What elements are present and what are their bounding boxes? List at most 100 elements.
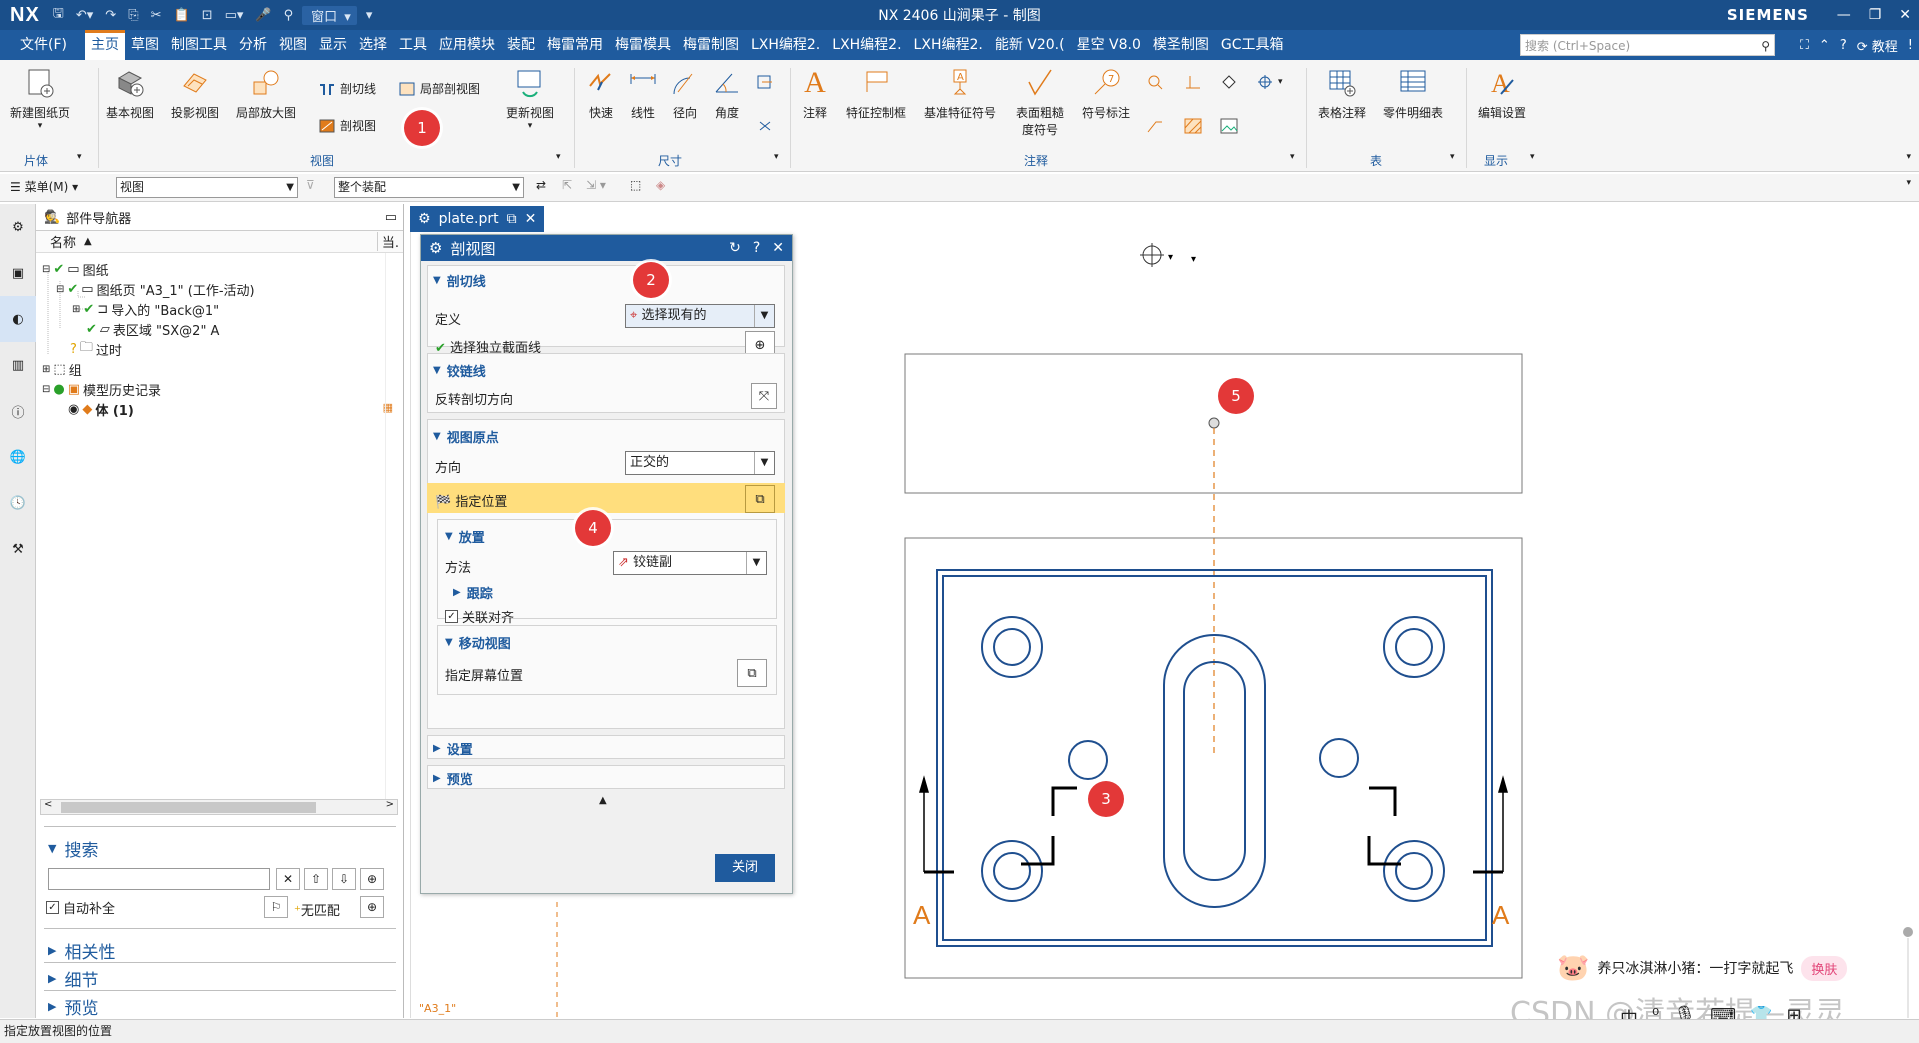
preview-group-header[interactable]: ▶ 预览 — [433, 769, 473, 788]
select-all-icon[interactable]: ⇱ — [562, 178, 572, 192]
group-dimension-more-icon[interactable]: ▾ — [774, 152, 779, 162]
ordinate-dimension-button[interactable] — [756, 74, 774, 90]
delete-icon[interactable]: ⊡ — [199, 8, 216, 23]
search-options-icon[interactable]: ⚐ — [264, 896, 288, 918]
scroll-thumb[interactable] — [61, 802, 316, 813]
feature-control-frame-button[interactable]: 特征控制框 — [846, 68, 906, 121]
group-table-more-icon[interactable]: ▾ — [1450, 152, 1455, 162]
menu-select[interactable]: 选择 — [353, 30, 393, 60]
command-finder-icon[interactable]: ⚲ — [281, 8, 297, 23]
collapse-dialog-icon[interactable]: ▲ — [599, 795, 607, 806]
navigator-vscroll[interactable] — [385, 253, 403, 808]
menu-assembly[interactable]: 装配 — [501, 30, 541, 60]
section-view-button[interactable]: 剖视图 — [318, 117, 376, 134]
symbol-annotation-button[interactable]: 7 符号标注 — [1082, 68, 1130, 121]
navigator-search-input[interactable] — [48, 868, 270, 890]
weld-symbol-button[interactable] — [1146, 118, 1164, 134]
associative-align-checkbox[interactable]: ✓ 关联对齐 — [445, 607, 514, 626]
menu-meilei-drafting[interactable]: 梅雷制图 — [677, 30, 745, 60]
skin-button[interactable]: 换肤 — [1801, 955, 1848, 981]
center-mark-button[interactable] — [1146, 74, 1164, 90]
save-icon[interactable]: 🖫 — [50, 4, 67, 26]
direction-select[interactable]: 正交的 ▼ — [625, 451, 775, 475]
snap-icon[interactable]: ⇄ — [536, 178, 546, 192]
reverse-direction-icon[interactable]: ⤧ — [751, 383, 777, 409]
scroll-handle-icon[interactable] — [1903, 927, 1913, 937]
help-icon[interactable]: ? — [1840, 38, 1847, 53]
window-menu[interactable]: 窗口 ▾ — [302, 5, 357, 25]
alert-icon[interactable]: ! — [1908, 38, 1913, 53]
placement-group-header[interactable]: ▼ 放置 — [445, 527, 485, 546]
menu-meilei-common[interactable]: 梅雷常用 — [541, 30, 609, 60]
rapid-dimension-button[interactable]: 快速 — [586, 68, 616, 121]
group-sheet-more-icon[interactable]: ▾ — [77, 152, 82, 162]
menu-file[interactable]: 文件(F) — [0, 30, 85, 60]
redo-icon[interactable]: ↷ — [102, 8, 119, 23]
maximize-icon[interactable]: ▭ — [385, 210, 397, 225]
type-filter-select[interactable]: 视图 ▼ — [116, 177, 298, 198]
no-match-label[interactable]: ⁺无匹配 — [294, 900, 340, 919]
customize-icon[interactable]: ▾ — [363, 8, 376, 23]
new-sheet-button[interactable]: 新建图纸页 ▾ — [10, 68, 70, 131]
dialog-close-button[interactable]: 关闭 — [715, 854, 775, 882]
menu-nengxin[interactable]: 能新 V20.( — [989, 30, 1071, 60]
selection-scope-select[interactable]: 整个装配 ▼ — [334, 177, 524, 198]
assembly-navigator-icon[interactable]: ▣ — [0, 250, 36, 296]
dialog-close-icon[interactable]: ✕ — [772, 240, 784, 256]
solid-icon[interactable]: ◈ — [656, 178, 665, 192]
role-icon[interactable]: ⚒ — [0, 526, 36, 572]
move-view-group-header[interactable]: ▼ 移动视图 — [445, 633, 511, 652]
view-triad-icon[interactable]: ▾ ▾ — [1140, 243, 1196, 267]
angular-dimension-button[interactable]: 角度 — [712, 68, 742, 121]
radial-dimension-button[interactable]: 径向 — [670, 68, 700, 121]
menu-home[interactable]: 主页 — [84, 30, 125, 60]
restore-icon[interactable]: ❐ — [1869, 7, 1882, 23]
search-icon[interactable]: ⚲ — [1761, 35, 1770, 57]
method-select[interactable]: ⇗ 铰链副 ▼ — [613, 551, 767, 575]
menu-analysis[interactable]: 分析 — [233, 30, 273, 60]
navigator-hscroll[interactable]: < > — [40, 799, 398, 815]
section-line-group-header[interactable]: ▼ 剖切线 — [433, 271, 486, 290]
menu-sketch[interactable]: 草图 — [125, 30, 165, 60]
collapse-ribbon-icon[interactable]: ⌃ — [1819, 38, 1830, 53]
note-button[interactable]: A 注释 — [800, 66, 830, 121]
menu-lxh-3[interactable]: LXH编程2. — [908, 30, 989, 60]
track-subgroup-header[interactable]: ▶ 跟踪 — [453, 583, 493, 602]
autocomplete-checkbox[interactable]: ✓ 自动补全 — [46, 898, 115, 917]
preview-section-header[interactable]: ▶ 预览 — [48, 994, 98, 1019]
tab-close-icon[interactable]: ✕ — [525, 206, 537, 232]
ribbon-options-icon[interactable]: ▾ — [1906, 152, 1911, 162]
specify-location-icon[interactable]: ⧉ — [745, 485, 775, 513]
tutorial-link[interactable]: ⟳ 教程 — [1857, 36, 1898, 55]
info-icon[interactable]: ⓘ — [0, 388, 36, 434]
group-view-more-icon[interactable]: ▾ — [556, 152, 561, 162]
column-name[interactable]: 名称 — [50, 232, 76, 251]
filter-target-icon[interactable]: ⊕ — [360, 896, 384, 918]
details-section-header[interactable]: ▶ 细节 — [48, 966, 98, 991]
search-up-icon[interactable]: ⇧ — [304, 868, 328, 890]
undo-icon[interactable]: ↶▾ — [73, 8, 96, 23]
base-view-button[interactable]: 基本视图 — [106, 68, 154, 121]
fill-button[interactable] — [1220, 74, 1238, 90]
menu-drafting-tools[interactable]: 制图工具 — [165, 30, 233, 60]
section-line[interactable] — [924, 786, 1503, 874]
section-line-button[interactable]: 剖切线 — [318, 80, 376, 97]
part-navigator-icon[interactable]: ◐ — [0, 296, 36, 342]
specify-screen-position-icon[interactable]: ⧉ — [737, 659, 767, 687]
menu-view[interactable]: 视图 — [273, 30, 313, 60]
menu-button[interactable]: ☰ 菜单(M) ▾ — [10, 178, 78, 195]
menu-xingkong[interactable]: 星空 V8.0 — [1071, 30, 1147, 60]
group-annotation-more-icon[interactable]: ▾ — [1290, 152, 1295, 162]
chamfer-dimension-button[interactable] — [756, 118, 774, 134]
parts-list-button[interactable]: 零件明细表 — [1383, 68, 1443, 121]
menu-mosheng[interactable]: 模圣制图 — [1147, 30, 1215, 60]
cut-icon[interactable]: ✂ — [148, 8, 165, 23]
deselect-icon[interactable]: ⇲ ▾ — [586, 178, 606, 192]
toolbar-more-icon[interactable]: ▾ — [1906, 178, 1911, 188]
microphone-icon[interactable]: 🎤 — [252, 8, 274, 23]
detail-view-button[interactable]: 局部放大图 — [236, 68, 296, 121]
search-section-header[interactable]: ▼ 搜索 — [48, 836, 98, 861]
column-current[interactable]: 当. — [376, 232, 399, 251]
search-target-icon[interactable]: ⊕ — [360, 868, 384, 890]
copy-icon[interactable]: ⎘ — [125, 8, 141, 23]
